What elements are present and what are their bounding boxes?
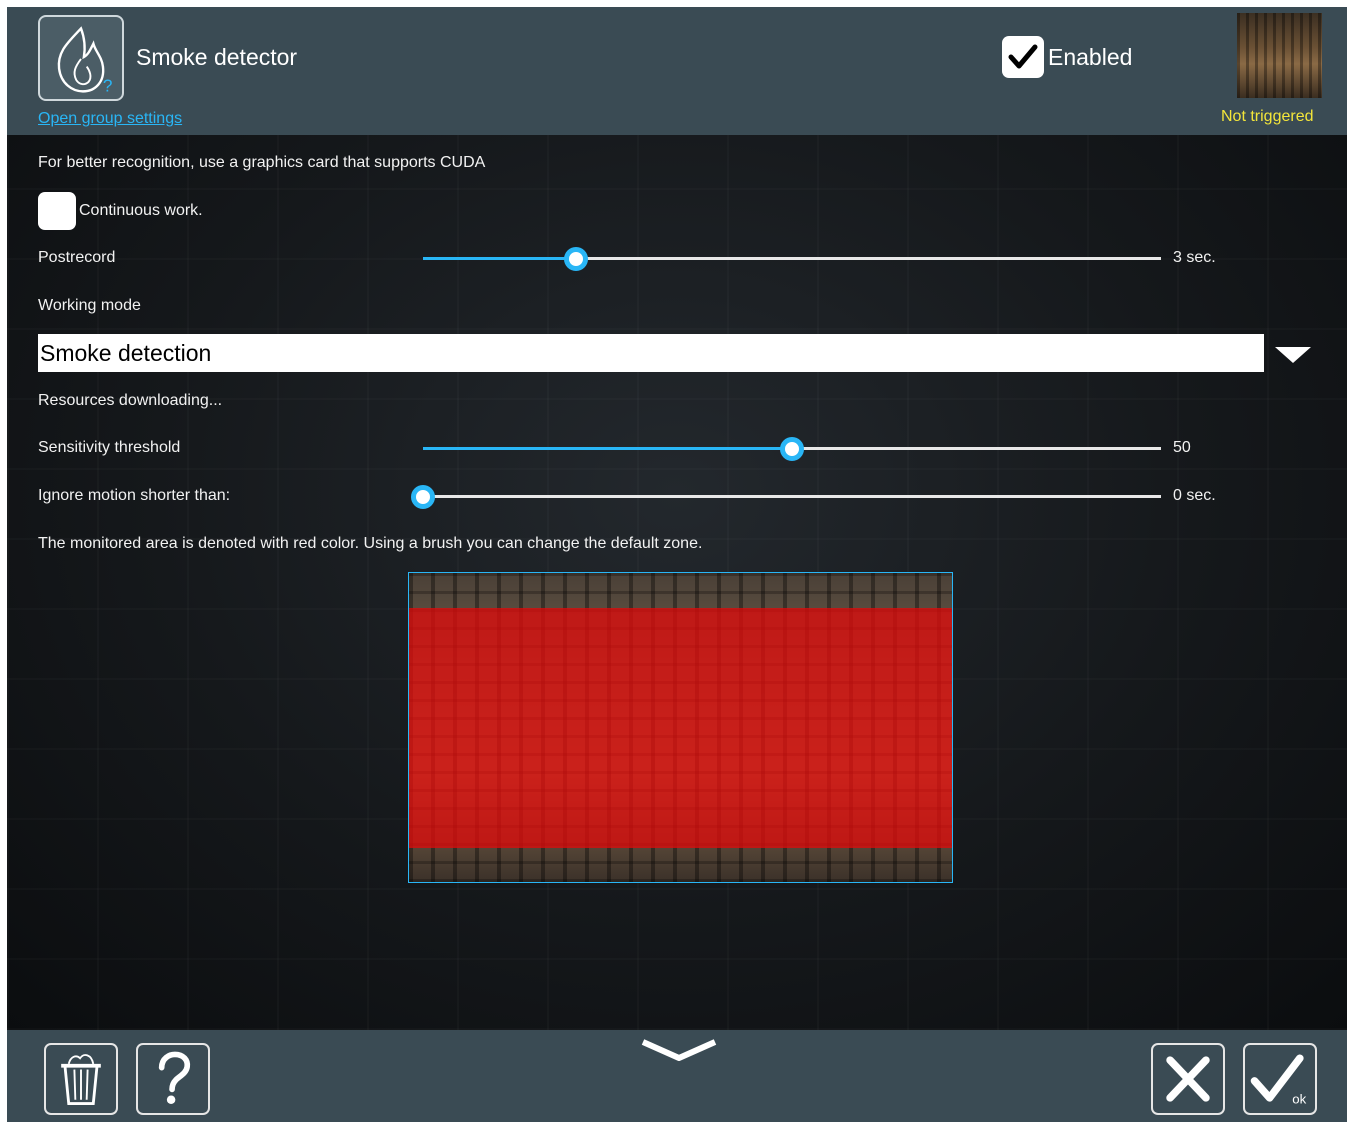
slider-handle[interactable] [411, 485, 435, 509]
chevron-down-icon [641, 1039, 717, 1061]
page-title: Smoke detector [136, 44, 298, 70]
cuda-note: For better recognition, use a graphics c… [38, 154, 486, 171]
open-group-settings-link[interactable]: Open group settings [38, 110, 182, 128]
ok-button[interactable]: ok [1243, 1043, 1317, 1115]
collapse-button[interactable] [639, 1036, 719, 1066]
delete-button[interactable] [44, 1043, 118, 1115]
enabled-label: Enabled [1048, 44, 1133, 70]
ok-check-icon: ok [1250, 1054, 1307, 1107]
slider-handle[interactable] [563, 247, 588, 271]
detection-zone-editor[interactable] [408, 572, 953, 883]
postrecord-slider[interactable] [423, 247, 1161, 271]
resources-status: Resources downloading... [38, 392, 223, 409]
ok-sublabel: ok [1292, 1092, 1306, 1107]
working-mode-select[interactable]: Smoke detection [38, 334, 1264, 372]
chevron-down-icon[interactable] [1275, 347, 1311, 363]
slider-fill [423, 447, 792, 450]
zone-note: The monitored area is denoted with red c… [38, 535, 703, 552]
question-icon [158, 1051, 191, 1105]
slider-handle[interactable] [780, 437, 804, 461]
continuous-work-label: Continuous work. [79, 202, 203, 219]
ignore-motion-label: Ignore motion shorter than: [38, 487, 231, 504]
ignore-motion-slider[interactable] [411, 485, 1161, 509]
trigger-status: Not triggered [1221, 108, 1314, 125]
checkmark-icon [1008, 44, 1038, 69]
enabled-checkbox[interactable] [1002, 36, 1044, 78]
panel-footer: ok [7, 1030, 1347, 1122]
panel-header: ? Smoke detector Open group settings Ena… [7, 7, 1347, 135]
sensitivity-slider[interactable] [423, 437, 1161, 461]
continuous-work-checkbox[interactable] [38, 192, 76, 230]
sensitivity-label: Sensitivity threshold [38, 439, 181, 456]
slider-fill [423, 257, 576, 260]
slider-track [423, 495, 1161, 498]
ignore-motion-value: 0 sec. [1173, 487, 1216, 504]
help-button[interactable] [136, 1043, 210, 1115]
svg-text:?: ? [103, 75, 113, 95]
camera-thumbnail [1237, 13, 1322, 98]
detector-settings-panel: ? Smoke detector Open group settings Ena… [7, 7, 1347, 1122]
close-icon [1166, 1056, 1210, 1102]
postrecord-label: Postrecord [38, 249, 116, 266]
postrecord-value: 3 sec. [1173, 249, 1216, 266]
trash-icon [61, 1054, 101, 1105]
working-mode-label: Working mode [38, 297, 141, 314]
monitored-area-mask [409, 608, 952, 848]
sensitivity-value: 50 [1173, 439, 1191, 456]
cancel-button[interactable] [1151, 1043, 1225, 1115]
flame-icon: ? [38, 15, 124, 101]
